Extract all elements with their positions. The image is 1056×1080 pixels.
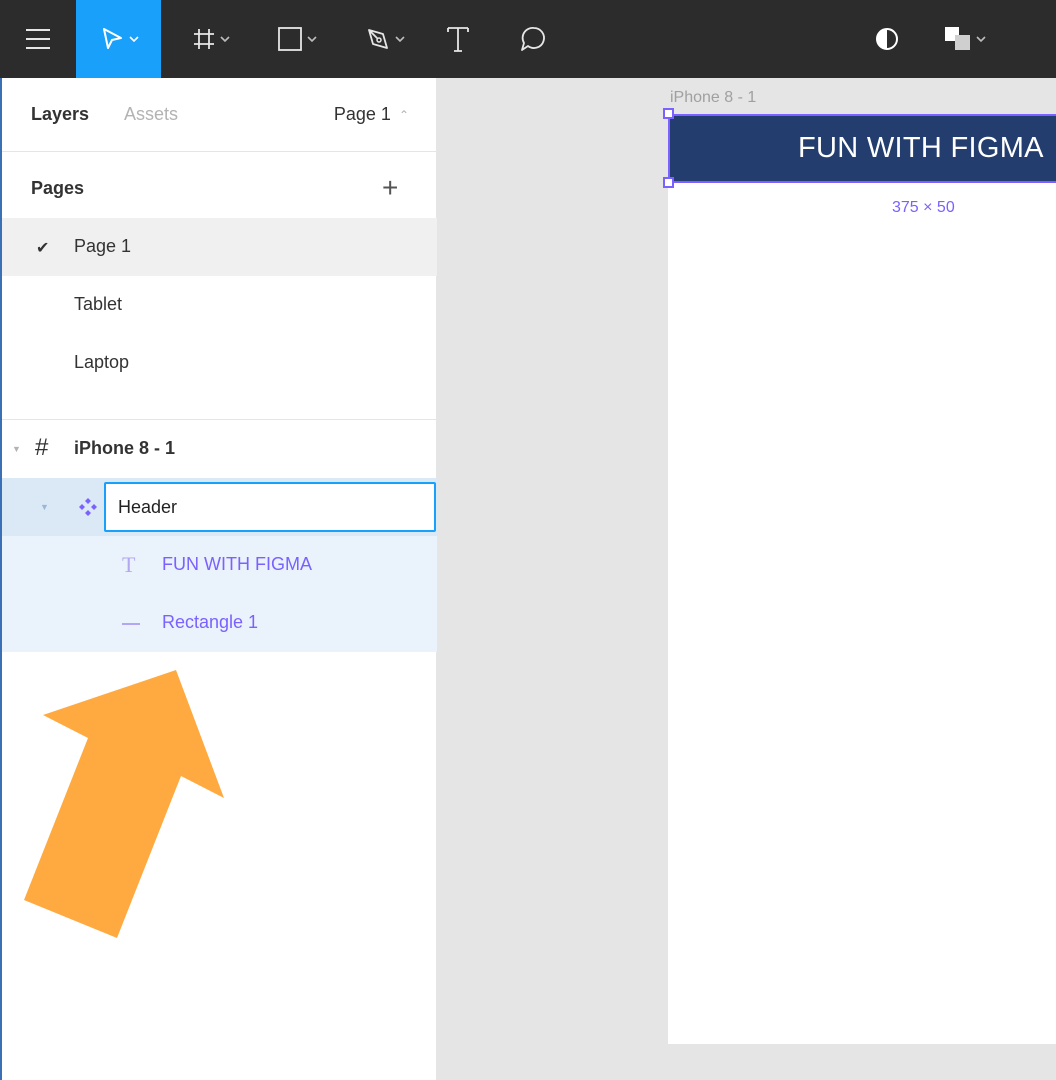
page-switcher[interactable]: Page 1 ⌃ xyxy=(334,104,409,125)
tab-assets[interactable]: Assets xyxy=(124,104,178,125)
layer-label: iPhone 8 - 1 xyxy=(74,438,176,458)
text-layer-icon: T xyxy=(122,552,136,577)
comment-tool-button[interactable] xyxy=(510,0,556,78)
pen-tool-icon xyxy=(368,29,388,49)
pages-section-header: Pages + xyxy=(0,152,437,218)
layer-rename-input[interactable] xyxy=(104,482,436,532)
move-tool-button[interactable] xyxy=(76,0,161,78)
layer-label: Rectangle 1 xyxy=(162,612,259,632)
move-tool-icon xyxy=(102,28,122,49)
frame-tool-icon xyxy=(194,29,214,49)
frame-name-label[interactable]: iPhone 8 - 1 xyxy=(670,89,756,107)
pages-title: Pages xyxy=(31,178,85,198)
frame-layer-icon: # xyxy=(35,434,49,461)
panel-tabs: Layers Assets Page 1 ⌃ xyxy=(0,78,437,152)
page-item-page-1[interactable]: ✔ Page 1 xyxy=(0,218,437,276)
layer-label: FUN WITH FIGMA xyxy=(162,554,312,574)
page-item-laptop[interactable]: Laptop xyxy=(0,334,437,392)
current-page-label: Page 1 xyxy=(333,104,391,124)
add-page-button[interactable]: + xyxy=(382,174,398,202)
layer-text-fun-with-figma[interactable]: T FUN WITH FIGMA xyxy=(0,536,437,594)
resize-handle-top-left[interactable] xyxy=(663,108,674,119)
page-item-label: Laptop xyxy=(74,352,130,372)
iphone-frame[interactable] xyxy=(668,114,1056,1044)
header-component[interactable]: FUN WITH FIGMA xyxy=(668,114,1056,183)
chevron-down-icon xyxy=(220,36,230,43)
toolbar xyxy=(0,0,1056,78)
frame-tool-button[interactable] xyxy=(176,0,246,78)
component-layer-icon xyxy=(79,498,97,516)
contrast-button[interactable] xyxy=(864,0,910,78)
component-icon xyxy=(945,27,970,50)
text-tool-icon xyxy=(447,27,469,52)
chevron-up-icon: ⌃ xyxy=(398,107,409,122)
window-edge xyxy=(0,78,2,1080)
menu-button[interactable] xyxy=(0,0,76,78)
tab-layers[interactable]: Layers xyxy=(31,104,89,125)
component-button[interactable] xyxy=(930,0,1000,78)
header-text: FUN WITH FIGMA xyxy=(798,132,1044,164)
layer-rectangle-1[interactable]: Rectangle 1 xyxy=(0,594,437,652)
chevron-down-icon xyxy=(307,36,317,43)
layers-panel: Layers Assets Page 1 ⌃ Pages + ✔ Page 1 … xyxy=(0,78,437,1080)
rectangle-tool-icon xyxy=(278,27,302,51)
collapse-triangle-icon[interactable]: ▼ xyxy=(12,444,21,454)
page-item-label: Tablet xyxy=(74,294,123,314)
rectangle-tool-button[interactable] xyxy=(262,0,332,78)
pen-tool-button[interactable] xyxy=(350,0,420,78)
check-icon: ✔ xyxy=(36,240,50,257)
text-tool-button[interactable] xyxy=(438,0,478,78)
chevron-down-icon xyxy=(395,36,405,43)
chevron-down-icon xyxy=(976,36,986,43)
page-item-label: Page 1 xyxy=(74,236,132,256)
chevron-down-icon xyxy=(128,36,139,43)
contrast-icon xyxy=(876,28,898,50)
resize-handle-bottom-left[interactable] xyxy=(663,177,674,188)
comment-tool-icon xyxy=(521,27,545,51)
collapse-triangle-icon[interactable]: ▼ xyxy=(40,502,49,512)
layer-component-header[interactable]: ▼ xyxy=(0,478,437,536)
dimension-badge: 375 × 50 xyxy=(878,197,969,219)
rectangle-layer-icon xyxy=(122,623,140,625)
layer-frame-iphone[interactable]: ▼ # iPhone 8 - 1 xyxy=(0,420,437,478)
page-item-tablet[interactable]: Tablet xyxy=(0,276,437,334)
menu-icon xyxy=(26,29,50,49)
